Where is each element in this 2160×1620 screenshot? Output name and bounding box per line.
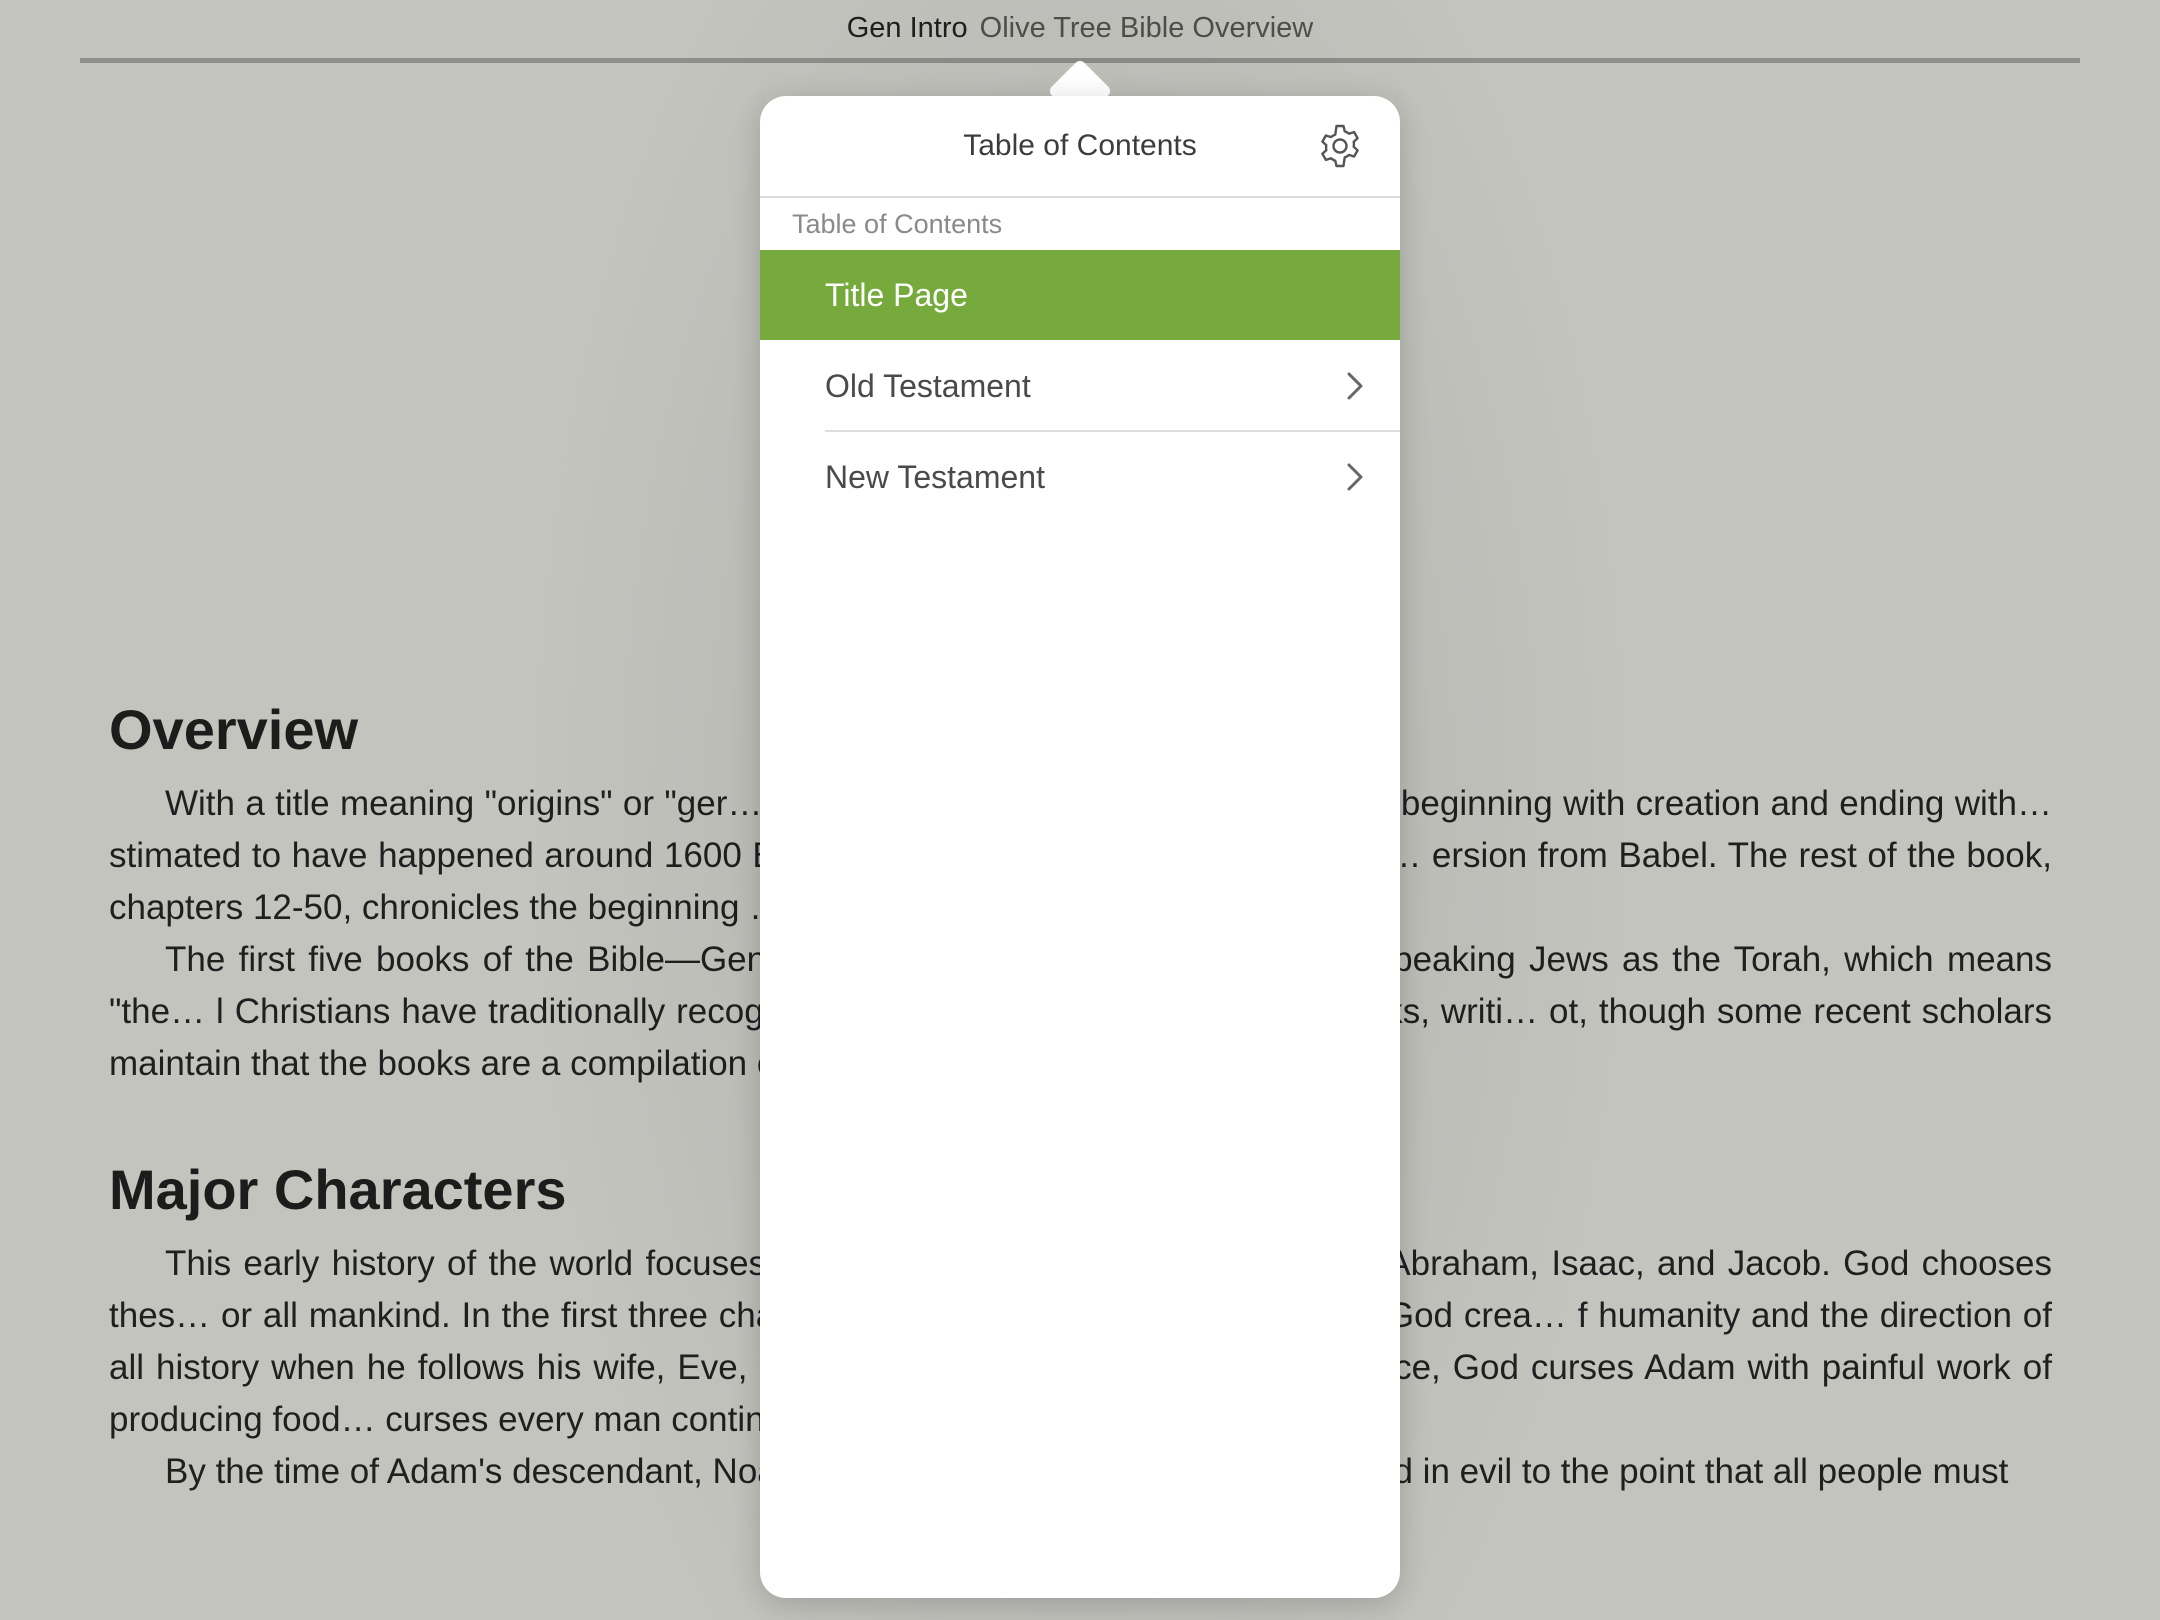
table-of-contents-popover: Table of Contents Table of Contents Titl… <box>760 96 1400 1598</box>
chevron-right-icon <box>1347 372 1363 400</box>
gear-icon <box>1321 124 1359 168</box>
toc-item-label: New Testament <box>825 459 1045 495</box>
chevron-right-icon <box>1347 463 1363 491</box>
book-abbreviation: Gen Intro <box>846 12 968 44</box>
popover-header: Table of Contents <box>760 96 1400 198</box>
toc-item-label: Old Testament <box>825 368 1031 404</box>
toc-item-label: Title Page <box>825 277 968 313</box>
toc-item-new-testament[interactable]: New Testament <box>760 432 1400 522</box>
resource-title-bar[interactable]: Gen Intro Olive Tree Bible Overview <box>0 0 2160 56</box>
resource-title: Olive Tree Bible Overview <box>979 12 1314 44</box>
toc-section-label: Table of Contents <box>792 209 1003 239</box>
toc-item-title-page[interactable]: Title Page <box>760 250 1400 340</box>
settings-button[interactable] <box>1316 122 1364 170</box>
toc-item-old-testament[interactable]: Old Testament <box>760 341 1400 431</box>
popover-title: Table of Contents <box>963 129 1197 162</box>
